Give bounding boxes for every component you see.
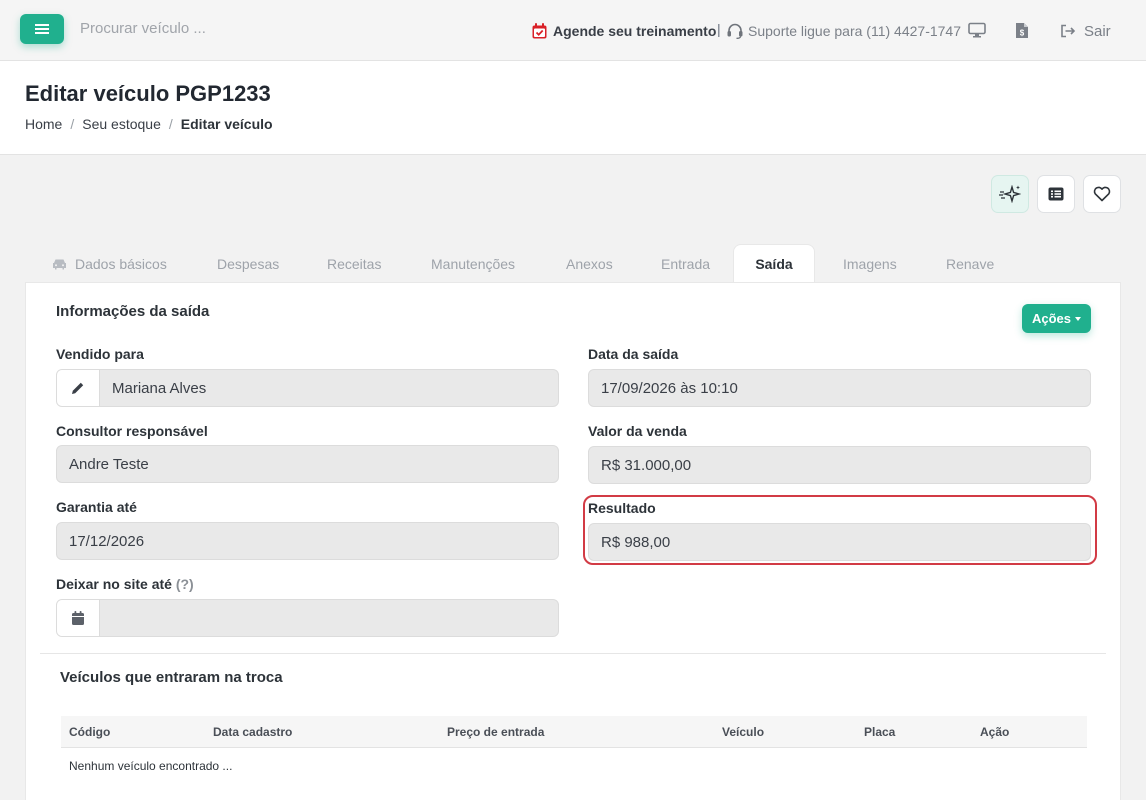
sale-value-label: Valor da venda bbox=[588, 423, 687, 439]
page-header: Editar veículo PGP1233 Home / Seu estoqu… bbox=[0, 61, 1146, 155]
actions-label: Ações bbox=[1031, 311, 1072, 326]
breadcrumb-home[interactable]: Home bbox=[25, 116, 62, 132]
page-title: Editar veículo PGP1233 bbox=[25, 81, 271, 106]
hamburger-icon bbox=[35, 24, 49, 34]
caret-down-icon bbox=[1075, 316, 1082, 321]
vehicle-tabs: Dados básicos Despesas Receitas Manutenç… bbox=[25, 244, 1121, 283]
trade-in-table-header: Código Data cadastro Preço de entrada Ve… bbox=[61, 716, 1087, 748]
topbar-separator: | bbox=[717, 21, 721, 37]
tab-label: Dados básicos bbox=[75, 255, 167, 272]
result-label: Resultado bbox=[588, 500, 656, 516]
tab-despesas[interactable]: Despesas bbox=[217, 244, 279, 283]
vehicle-search-input[interactable] bbox=[80, 20, 340, 37]
pencil-icon bbox=[72, 382, 84, 394]
column-header: Data cadastro bbox=[213, 725, 293, 739]
column-header: Placa bbox=[864, 725, 896, 739]
tab-receitas[interactable]: Receitas bbox=[327, 244, 381, 283]
keep-on-site-label: Deixar no site até (?) bbox=[56, 576, 194, 592]
calendar-button[interactable] bbox=[57, 600, 100, 636]
tab-entrada[interactable]: Entrada bbox=[661, 244, 710, 283]
logout-label: Sair bbox=[1084, 22, 1111, 40]
invoice-button[interactable]: $ bbox=[1012, 20, 1032, 40]
top-bar: Agende seu treinamento | Suporte ligue p… bbox=[0, 0, 1146, 61]
monitor-button[interactable] bbox=[967, 20, 987, 40]
tab-label: Renave bbox=[946, 255, 995, 272]
trade-in-section-title: Veículos que entraram na troca bbox=[60, 669, 283, 686]
breadcrumb: Home / Seu estoque / Editar veículo bbox=[25, 116, 273, 132]
empty-table-message: Nenhum veículo encontrado ... bbox=[69, 759, 233, 773]
tab-anexos[interactable]: Anexos bbox=[566, 244, 613, 283]
tab-saida[interactable]: Saída bbox=[733, 244, 815, 283]
breadcrumb-stock[interactable]: Seu estoque bbox=[82, 116, 161, 132]
column-header: Ação bbox=[980, 725, 1010, 739]
keep-on-site-label-text: Deixar no site até bbox=[56, 576, 172, 592]
tab-label: Receitas bbox=[327, 255, 382, 272]
column-header: Preço de entrada bbox=[447, 725, 545, 739]
schedule-training-link[interactable]: Agende seu treinamento bbox=[532, 20, 716, 42]
breadcrumb-separator: / bbox=[70, 116, 75, 132]
tab-renave[interactable]: Renave bbox=[946, 244, 994, 283]
sale-value-field: R$ 31.000,00 bbox=[588, 446, 1091, 484]
favorite-button[interactable] bbox=[1083, 175, 1121, 213]
tab-label: Anexos bbox=[566, 255, 613, 272]
tab-manutencoes[interactable]: Manutenções bbox=[431, 244, 515, 283]
consultant-field: Andre Teste bbox=[56, 445, 559, 483]
sparkles-icon bbox=[999, 185, 1021, 203]
ai-assist-button[interactable] bbox=[991, 175, 1029, 213]
consultant-label: Consultor responsável bbox=[56, 423, 208, 439]
tab-label: Imagens bbox=[843, 255, 897, 272]
help-tooltip[interactable]: (?) bbox=[176, 576, 194, 592]
tab-label: Saída bbox=[755, 256, 793, 272]
monitor-icon bbox=[968, 22, 986, 38]
tab-label: Entrada bbox=[661, 255, 711, 272]
breadcrumb-separator: / bbox=[168, 116, 173, 132]
keep-on-site-field[interactable] bbox=[56, 599, 559, 637]
warranty-field: 17/12/2026 bbox=[56, 522, 559, 560]
logout-button[interactable]: Sair bbox=[1060, 20, 1111, 42]
saida-panel: Informações da saída Ações Vendido para … bbox=[25, 282, 1121, 800]
schedule-training-label: Agende seu treinamento bbox=[553, 23, 717, 39]
calendar-check-icon bbox=[532, 23, 547, 39]
saida-section-title: Informações da saída bbox=[56, 303, 210, 320]
heart-icon bbox=[1093, 186, 1111, 202]
edit-buyer-button[interactable] bbox=[57, 370, 100, 406]
exit-date-label: Data da saída bbox=[588, 346, 679, 362]
actions-dropdown-button[interactable]: Ações bbox=[1022, 304, 1091, 333]
sold-to-value: Mariana Alves bbox=[112, 379, 207, 397]
tab-imagens[interactable]: Imagens bbox=[843, 244, 897, 283]
list-button[interactable] bbox=[1037, 175, 1075, 213]
tab-label: Despesas bbox=[217, 255, 280, 272]
tab-dados-basicos[interactable]: Dados básicos bbox=[52, 244, 167, 283]
headset-icon bbox=[727, 23, 743, 39]
warranty-label: Garantia até bbox=[56, 499, 137, 515]
breadcrumb-current: Editar veículo bbox=[180, 116, 273, 132]
tab-label: Manutenções bbox=[431, 255, 516, 272]
exit-date-field: 17/09/2026 às 10:10 bbox=[588, 369, 1091, 407]
support-label: Suporte ligue para (11) 4427-1747 bbox=[748, 23, 962, 39]
sold-to-label: Vendido para bbox=[56, 346, 144, 362]
list-icon bbox=[1048, 187, 1064, 201]
section-divider bbox=[40, 653, 1106, 654]
invoice-dollar-icon: $ bbox=[1016, 22, 1028, 38]
menu-button[interactable] bbox=[20, 14, 64, 44]
car-icon bbox=[53, 259, 66, 269]
sign-out-icon bbox=[1061, 24, 1076, 38]
calendar-icon bbox=[72, 611, 84, 625]
result-field: R$ 988,00 bbox=[588, 523, 1091, 561]
column-header: Código bbox=[69, 725, 111, 739]
support-info: Suporte ligue para (11) 4427-1747 bbox=[726, 20, 961, 42]
sold-to-field: Mariana Alves bbox=[56, 369, 559, 407]
svg-text:$: $ bbox=[1020, 28, 1025, 37]
column-header: Veículo bbox=[722, 725, 765, 739]
